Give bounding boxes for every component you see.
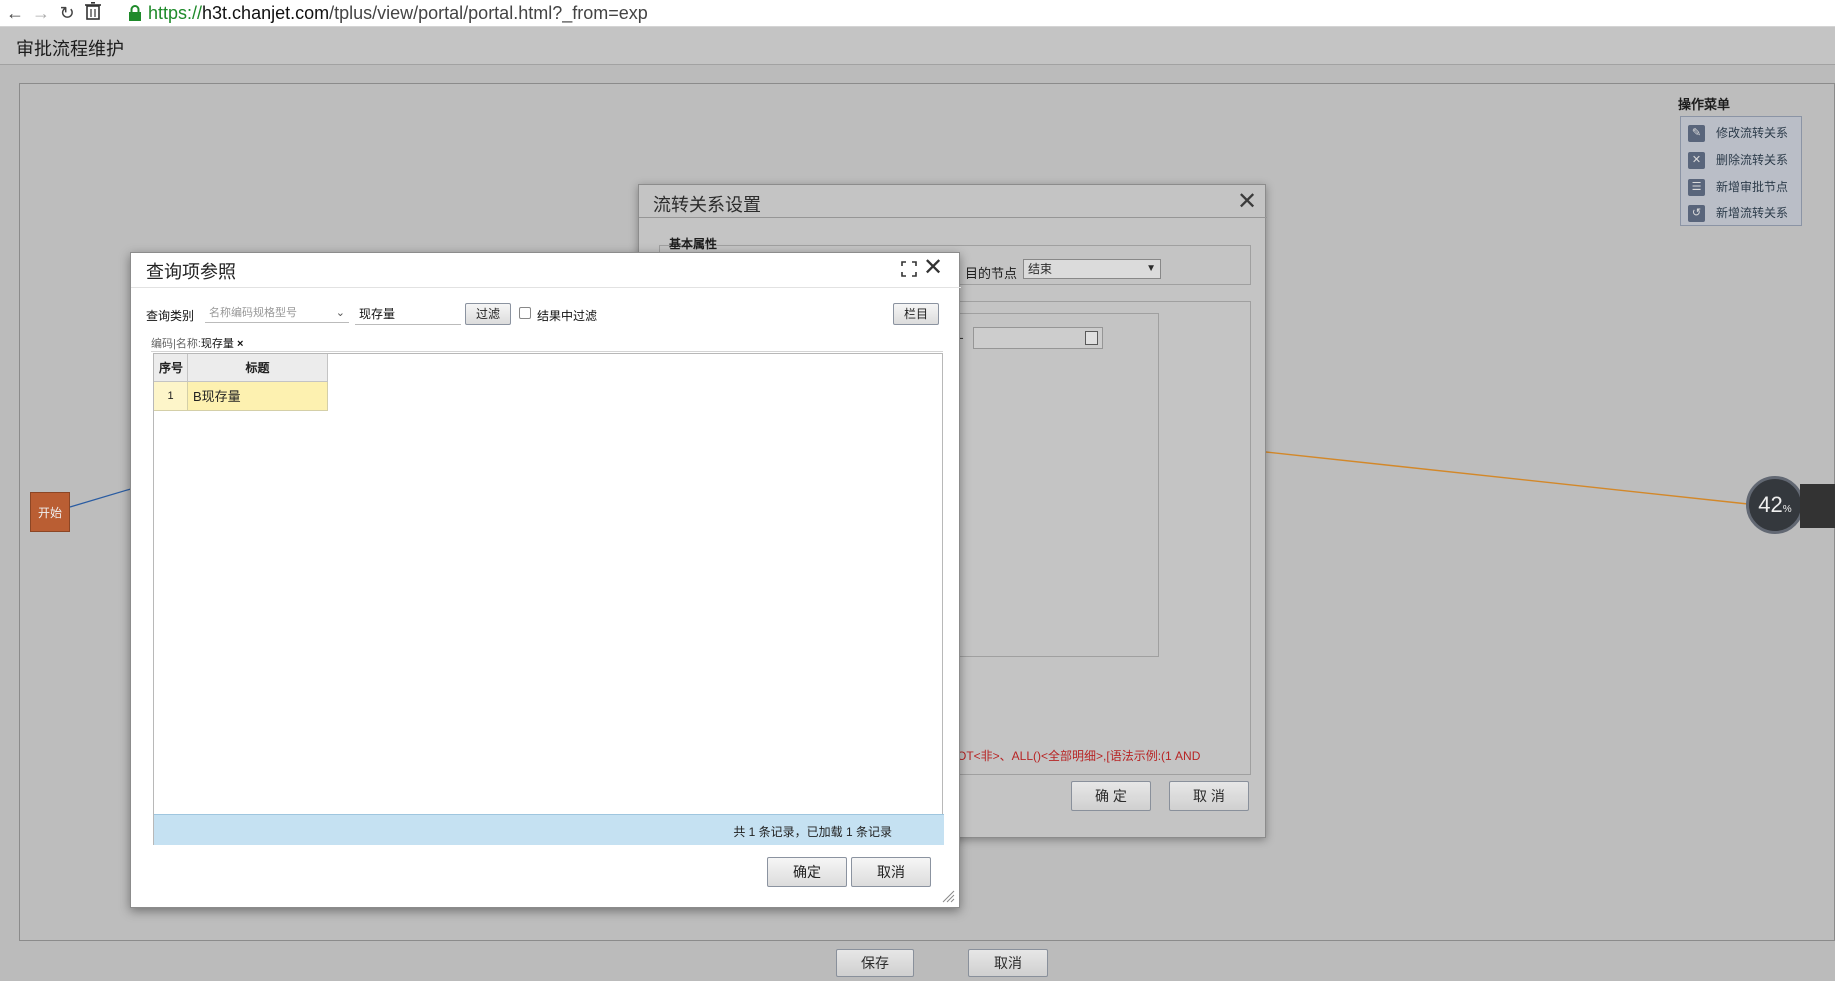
filter-tag-prefix: 编码|名称:	[151, 338, 201, 350]
close-icon[interactable]: ✕	[923, 253, 943, 282]
dialog-title: 查询项参照	[146, 262, 236, 282]
results-grid: 序号 标题 1 B现存量 共 1 条记录，已加载 1 条记录	[153, 353, 944, 845]
result-filter-label: 结果中过滤	[537, 309, 598, 323]
column-header-title[interactable]: 标题	[188, 354, 328, 382]
maximize-icon[interactable]	[901, 261, 917, 277]
table-row-title[interactable]: B现存量	[188, 382, 328, 411]
query-ok-button[interactable]: 确定	[767, 857, 847, 887]
query-cancel-button[interactable]: 取消	[851, 857, 931, 887]
query-type-placeholder: 名称编码规格型号	[209, 307, 297, 319]
divider	[131, 287, 961, 288]
result-filter-checkbox[interactable]	[519, 307, 531, 319]
keyword-input[interactable]: 现存量	[355, 303, 461, 325]
remove-filter-icon[interactable]: ×	[237, 338, 243, 350]
query-type-select[interactable]: 名称编码规格型号 ⌄	[205, 303, 349, 323]
query-type-label: 查询类别	[146, 309, 195, 323]
table-row-no[interactable]: 1	[154, 382, 188, 411]
grid-status-bar: 共 1 条记录，已加载 1 条记录	[154, 814, 944, 845]
query-reference-dialog: 查询项参照 ✕ 查询类别 名称编码规格型号 ⌄ 现存量 过滤 结果中过滤 栏目 编…	[130, 252, 961, 908]
filter-button[interactable]: 过滤	[465, 303, 511, 325]
chevron-down-icon: ⌄	[335, 307, 345, 319]
record-summary: 共 1 条记录，已加载 1 条记录	[733, 825, 892, 839]
columns-button[interactable]: 栏目	[893, 303, 939, 325]
filter-tag-value: 现存量	[200, 338, 234, 350]
resize-grip-icon[interactable]	[941, 889, 955, 903]
column-header-no[interactable]: 序号	[154, 354, 188, 382]
divider	[151, 351, 943, 352]
filter-tag: 编码|名称:现存量 ×	[151, 335, 243, 351]
